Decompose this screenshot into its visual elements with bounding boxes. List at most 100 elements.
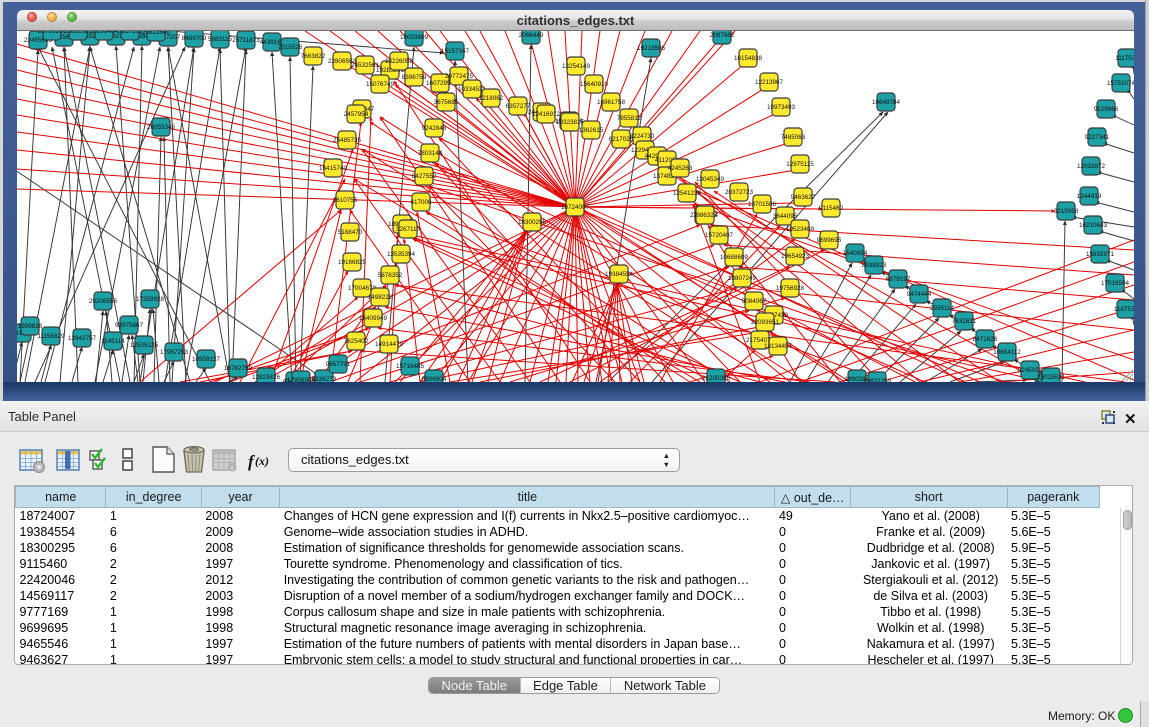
svg-text:3644095: 3644095 <box>773 213 798 220</box>
svg-text:16409949: 16409949 <box>359 315 388 322</box>
svg-text:6879197: 6879197 <box>886 276 911 283</box>
svg-text:10973493: 10973493 <box>767 104 796 111</box>
svg-text:15751074: 15751074 <box>1107 80 1136 87</box>
svg-text:3267110: 3267110 <box>396 226 421 233</box>
svg-text:1167534: 1167534 <box>1114 306 1139 313</box>
svg-text:12416912: 12416912 <box>532 111 561 118</box>
svg-text:17957253: 17957253 <box>160 349 189 356</box>
svg-text:8336273: 8336273 <box>312 376 337 383</box>
svg-text:3675685: 3675685 <box>434 99 459 106</box>
svg-text:1362615: 1362615 <box>579 127 604 134</box>
svg-text:21200396: 21200396 <box>702 375 731 382</box>
svg-text:4245263: 4245263 <box>668 165 693 172</box>
svg-text:10958127: 10958127 <box>192 356 221 363</box>
svg-text:14914479: 14914479 <box>375 341 404 348</box>
svg-text:13226058: 13226058 <box>385 58 414 65</box>
svg-text:12942757: 12942757 <box>68 335 97 342</box>
svg-text:15157347: 15157347 <box>441 48 470 55</box>
svg-text:1117534: 1117534 <box>1115 55 1139 62</box>
svg-text:13254149: 13254149 <box>562 63 591 70</box>
svg-text:20206556: 20206556 <box>89 298 118 305</box>
svg-text:2087682: 2087682 <box>710 32 735 39</box>
svg-text:93975867: 93975867 <box>115 322 144 329</box>
svg-text:8806804: 8806804 <box>422 376 447 383</box>
svg-text:15640910: 15640910 <box>580 81 609 88</box>
svg-text:5682115: 5682115 <box>208 36 233 43</box>
svg-text:25025631: 25025631 <box>1037 374 1066 381</box>
svg-text:9227341: 9227341 <box>1085 134 1110 141</box>
svg-text:16782759: 16782759 <box>224 365 253 372</box>
svg-text:16961758: 16961758 <box>597 99 626 106</box>
svg-text:1999828: 1999828 <box>18 323 43 330</box>
svg-text:16033809: 16033809 <box>400 34 429 41</box>
svg-text:1498222: 1498222 <box>368 294 393 301</box>
svg-text:7955812: 7955812 <box>617 115 642 122</box>
svg-text:2066449: 2066449 <box>519 32 544 39</box>
svg-text:16154838: 16154838 <box>734 55 763 62</box>
svg-text:19384554: 19384554 <box>605 271 634 278</box>
svg-text:10688609: 10688609 <box>720 254 749 261</box>
svg-text:25485735: 25485735 <box>333 137 362 144</box>
svg-text:19832259: 19832259 <box>863 378 892 385</box>
svg-text:13701506: 13701506 <box>748 201 777 208</box>
svg-text:17956909: 17956909 <box>287 377 316 384</box>
svg-text:9657791: 9657791 <box>326 361 351 368</box>
svg-text:12923426: 12923426 <box>252 374 281 381</box>
svg-text:3215958: 3215958 <box>1054 208 1079 215</box>
svg-text:7663822: 7663822 <box>301 53 326 60</box>
svg-text:2457954: 2457954 <box>344 111 369 118</box>
svg-text:13535394: 13535394 <box>387 251 416 258</box>
svg-text:16648784: 16648784 <box>872 99 901 106</box>
svg-text:7515526: 7515526 <box>278 44 303 51</box>
svg-text:17016504: 17016504 <box>1101 280 1130 287</box>
svg-text:8489709: 8489709 <box>182 35 207 42</box>
svg-text:9084067: 9084067 <box>742 298 767 305</box>
svg-text:x: x <box>230 463 234 472</box>
svg-text:9115460: 9115460 <box>819 205 844 212</box>
svg-text:9463627: 9463627 <box>791 194 816 201</box>
svg-text:13045349: 13045349 <box>696 176 725 183</box>
svg-text:10654112: 10654112 <box>993 349 1021 356</box>
svg-text:1244419: 1244419 <box>1077 193 1102 200</box>
svg-text:12033872: 12033872 <box>1077 163 1106 170</box>
svg-text:8471626: 8471626 <box>973 336 998 343</box>
svg-text:13134457: 13134457 <box>764 343 793 350</box>
svg-text:8396759: 8396759 <box>402 74 427 81</box>
svg-text:19166825: 19166825 <box>338 259 367 266</box>
svg-text:19756928: 19756928 <box>776 285 805 292</box>
svg-text:9529966: 9529966 <box>1094 106 1119 113</box>
svg-text:12975115: 12975115 <box>786 161 814 168</box>
svg-text:15716485: 15716485 <box>396 363 425 370</box>
svg-text:19523409: 19523409 <box>786 226 815 233</box>
svg-text:8427552: 8427552 <box>412 173 437 180</box>
svg-text:7803144: 7803144 <box>418 150 443 157</box>
svg-text:7485063: 7485063 <box>781 134 806 141</box>
svg-text:7632621: 7632621 <box>952 318 977 325</box>
svg-text:12213967: 12213967 <box>755 79 784 86</box>
svg-text:16415740: 16415740 <box>319 165 348 172</box>
svg-text:5878352: 5878352 <box>378 272 403 279</box>
svg-text:20372723: 20372723 <box>725 189 754 196</box>
svg-text:9245052: 9245052 <box>1018 367 1043 374</box>
svg-text:11156829: 11156829 <box>37 333 65 340</box>
svg-text:15692971: 15692971 <box>1086 251 1115 258</box>
svg-text:18300295: 18300295 <box>518 219 547 226</box>
svg-text:22093651: 22093651 <box>751 319 780 326</box>
svg-text:12541238: 12541238 <box>673 190 702 197</box>
svg-text:18724007: 18724007 <box>561 204 590 211</box>
svg-text:1640954: 1640954 <box>843 250 868 257</box>
svg-text:25711873: 25711873 <box>232 37 260 44</box>
svg-text:9699695: 9699695 <box>817 237 842 244</box>
svg-text:19218506: 19218506 <box>637 45 666 52</box>
svg-text:8938923: 8938923 <box>862 262 887 269</box>
svg-text:18807249: 18807249 <box>728 275 757 282</box>
svg-text:15076749: 15076749 <box>366 81 395 88</box>
svg-text:20772475: 20772475 <box>445 73 474 80</box>
svg-text:2935114: 2935114 <box>930 305 955 312</box>
svg-text:1145114: 1145114 <box>101 338 125 345</box>
svg-text:9242848: 9242848 <box>422 125 447 132</box>
svg-text:10323815: 10323815 <box>556 119 585 126</box>
svg-text:17359928: 17359928 <box>136 296 165 303</box>
svg-text:1610755: 1610755 <box>333 197 358 204</box>
svg-text:1218062: 1218062 <box>479 95 504 102</box>
